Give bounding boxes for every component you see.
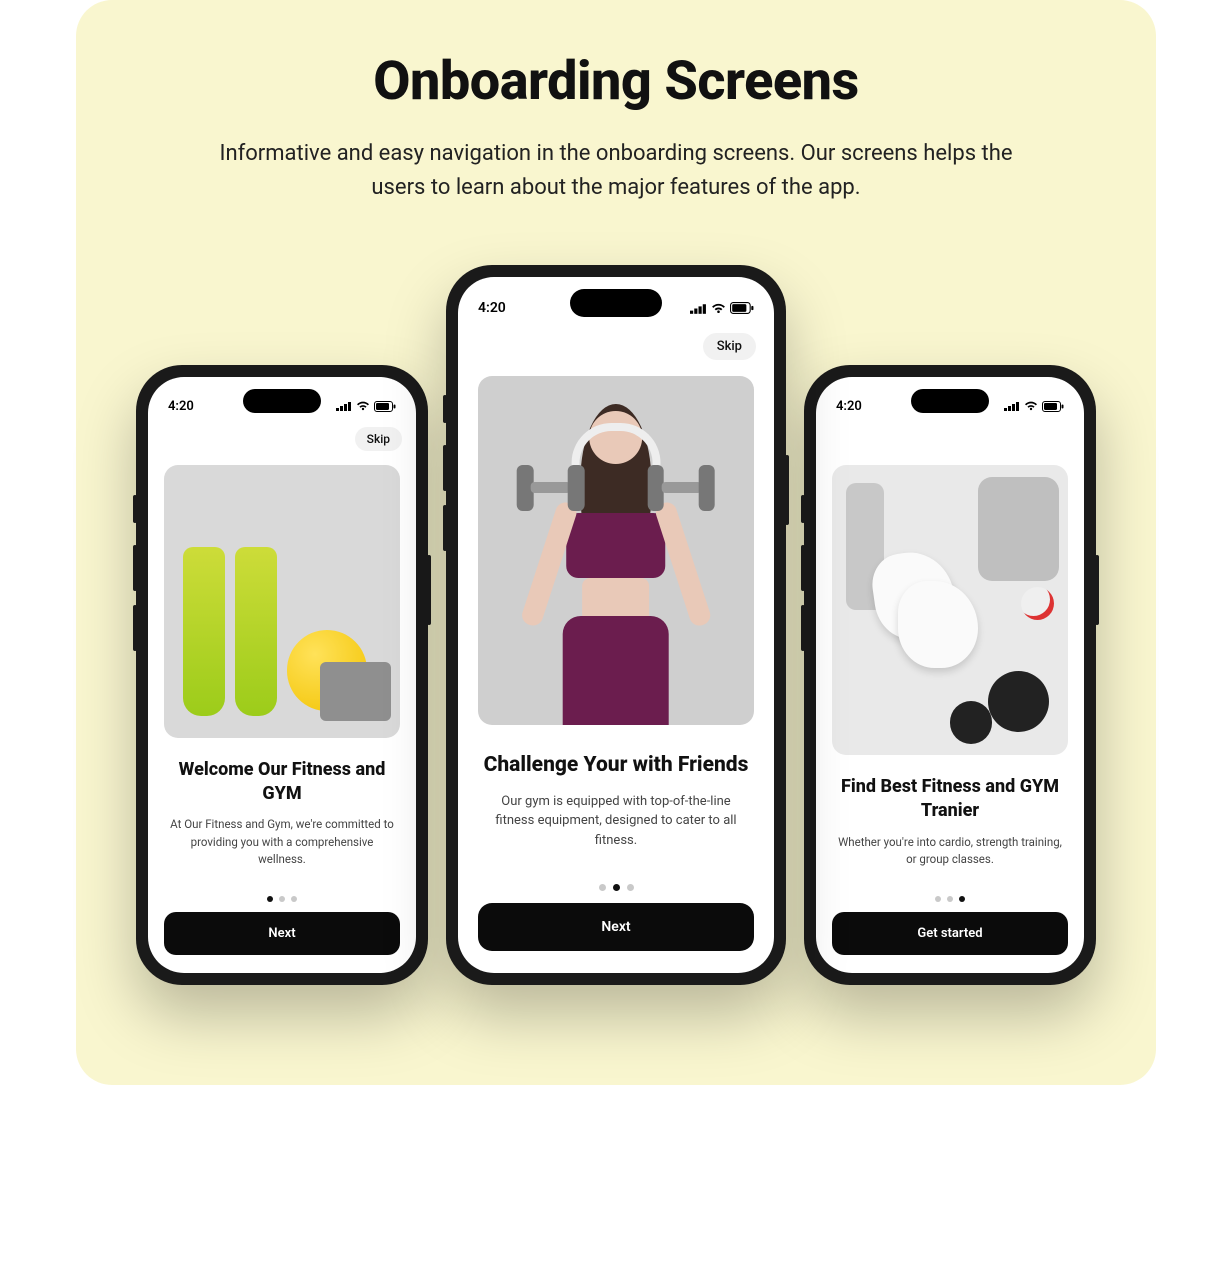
page-dot xyxy=(599,884,606,891)
wifi-icon xyxy=(1024,401,1038,411)
page-subtitle: Informative and easy navigation in the o… xyxy=(206,137,1026,205)
page-dot xyxy=(291,896,297,902)
cellular-icon xyxy=(690,303,707,314)
page-title: Onboarding Screens xyxy=(116,50,1116,113)
page-dot xyxy=(279,896,285,902)
cellular-icon xyxy=(1004,401,1020,411)
onboarding-title: Find Best Fitness and GYM Tranier xyxy=(834,775,1066,824)
battery-icon xyxy=(730,302,754,314)
wifi-icon xyxy=(711,303,726,314)
onboarding-title: Welcome Our Fitness and GYM xyxy=(166,758,398,807)
skip-button[interactable]: Skip xyxy=(355,427,402,451)
page-dot xyxy=(267,896,273,902)
dynamic-island xyxy=(243,389,321,413)
showcase-card: Onboarding Screens Informative and easy … xyxy=(76,0,1156,1085)
get-started-button[interactable]: Get started xyxy=(832,912,1068,955)
skip-row: Skip xyxy=(148,421,416,451)
skip-button[interactable]: Skip xyxy=(703,333,756,360)
cellular-icon xyxy=(336,401,352,411)
page-indicator xyxy=(148,882,416,912)
page-dot xyxy=(613,884,620,891)
next-button[interactable]: Next xyxy=(478,903,754,951)
onboarding-image xyxy=(478,376,754,725)
skip-row: Skip xyxy=(458,325,774,360)
phone-mockup-2: 4:20 Skip xyxy=(446,265,786,985)
phone-mockup-1: 4:20 Skip Welcome Our Fitness and GYM At… xyxy=(136,365,428,985)
phones-row: 4:20 Skip Welcome Our Fitness and GYM At… xyxy=(116,265,1116,985)
page-dot xyxy=(959,896,965,902)
page-dot xyxy=(947,896,953,902)
phone-mockup-3: 4:20 . Find Best Fitn xyxy=(804,365,1096,985)
wifi-icon xyxy=(356,401,370,411)
status-time: 4:20 xyxy=(168,399,194,414)
page-indicator xyxy=(458,866,774,903)
dynamic-island xyxy=(911,389,989,413)
onboarding-description: At Our Fitness and Gym, we're committed … xyxy=(166,816,398,868)
onboarding-image xyxy=(164,465,400,738)
onboarding-description: Whether you're into cardio, strength tra… xyxy=(834,834,1066,869)
page-indicator xyxy=(816,882,1084,912)
onboarding-title: Challenge Your with Friends xyxy=(480,751,752,779)
onboarding-image xyxy=(832,465,1068,755)
battery-icon xyxy=(1042,401,1064,412)
battery-icon xyxy=(374,401,396,412)
page-dot xyxy=(935,896,941,902)
status-time: 4:20 xyxy=(478,300,506,316)
page-dot xyxy=(627,884,634,891)
dynamic-island xyxy=(570,289,662,317)
status-time: 4:20 xyxy=(836,399,862,414)
next-button[interactable]: Next xyxy=(164,912,400,955)
onboarding-description: Our gym is equipped with top-of-the-line… xyxy=(480,792,752,851)
